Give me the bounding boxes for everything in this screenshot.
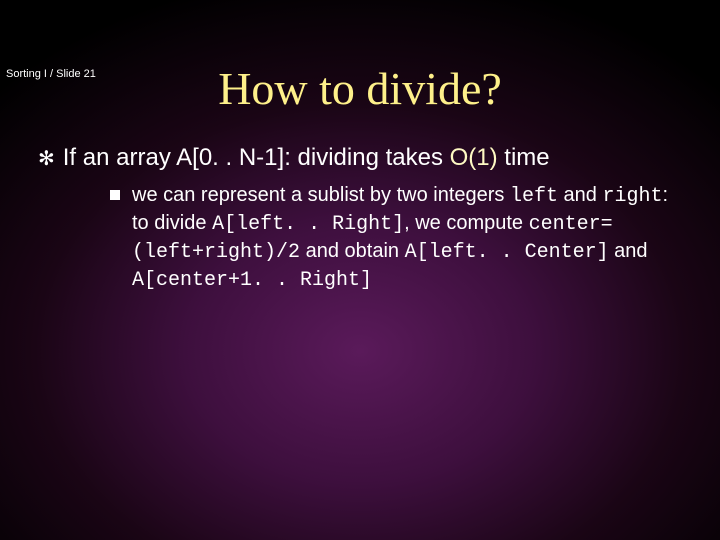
slide-title: How to divide? <box>0 62 720 115</box>
sub-t2: and <box>558 184 602 206</box>
bullet-prefix: If an array A[0. . N-1]: dividing takes <box>63 144 450 171</box>
sub-t5: and obtain <box>300 240 405 262</box>
sub-bullet-text: we can represent a sublist by two intege… <box>132 182 670 294</box>
sub-t4: , we compute <box>404 212 529 234</box>
slide-header: Sorting I / Slide 21 <box>6 68 96 80</box>
sub-c3: A[left. . Right] <box>212 213 404 236</box>
header-slide: Slide 21 <box>56 68 96 80</box>
bullet-text: If an array A[0. . N-1]: dividing takes … <box>63 143 550 173</box>
slide-body: ✻ If an array A[0. . N-1]: dividing take… <box>0 143 720 294</box>
header-separator: / <box>50 68 53 80</box>
bullet-level-2: we can represent a sublist by two intege… <box>38 182 690 294</box>
sub-c2: right <box>602 185 662 208</box>
sub-t1: we can represent a sublist by two intege… <box>132 184 510 206</box>
header-course: Sorting I <box>6 68 47 80</box>
star-bullet-icon: ✻ <box>38 144 55 174</box>
bullet-suffix: time <box>498 144 550 171</box>
sub-c6: A[center+1. . Right] <box>132 269 372 292</box>
sub-t6: and <box>609 240 648 262</box>
bullet-highlight: O(1) <box>450 144 498 171</box>
square-bullet-icon <box>110 190 120 200</box>
bullet-level-1: ✻ If an array A[0. . N-1]: dividing take… <box>38 143 690 174</box>
sub-c5: A[left. . Center] <box>405 241 609 264</box>
sub-c1: left <box>510 185 558 208</box>
